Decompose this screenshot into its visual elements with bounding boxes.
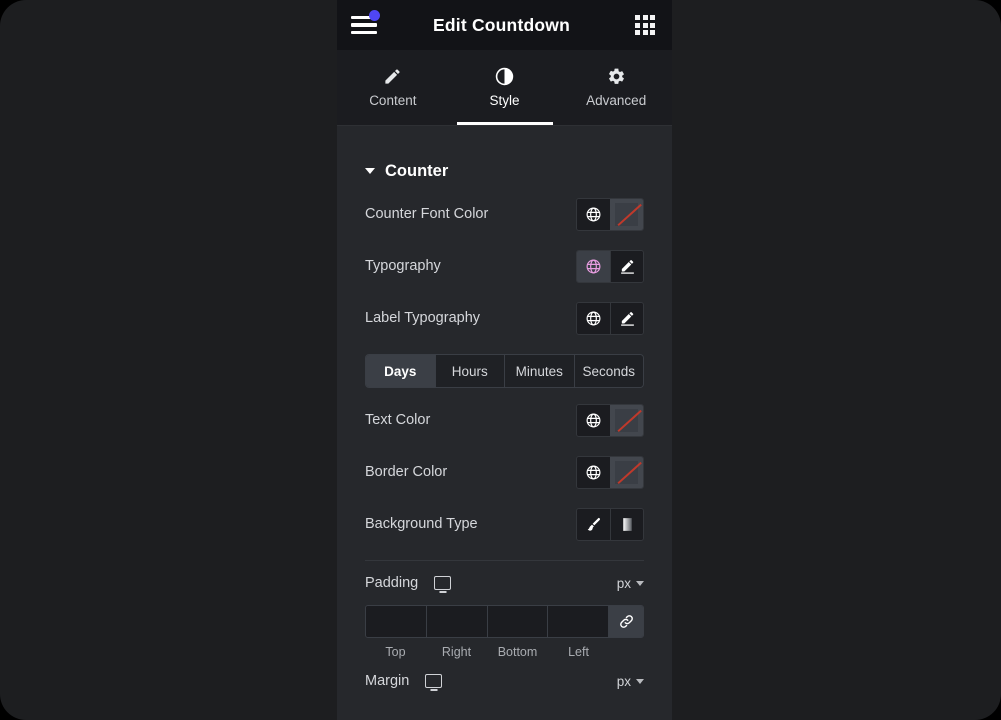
- typography-edit-button[interactable]: [610, 250, 643, 282]
- padding-link-values-button[interactable]: [608, 606, 643, 637]
- pencil-edit-icon: [620, 311, 634, 326]
- menu-button[interactable]: [337, 0, 391, 50]
- no-color-swatch[interactable]: [610, 198, 643, 230]
- sublabel-spacer: [609, 645, 644, 659]
- gear-icon: [607, 67, 626, 86]
- row-background-type: Background Type: [365, 498, 644, 550]
- brush-icon-button[interactable]: [577, 508, 610, 540]
- pencil-edit-icon: [620, 259, 634, 274]
- panel-topbar: Edit Countdown: [337, 0, 672, 50]
- no-color-swatch[interactable]: [610, 404, 643, 436]
- border-color-control: [576, 455, 644, 489]
- padding-left-input[interactable]: [547, 606, 608, 637]
- globe-icon-button[interactable]: [577, 250, 610, 282]
- row-typography: Typography: [365, 240, 644, 292]
- padding-right-input[interactable]: [425, 606, 487, 637]
- padding-unit-select[interactable]: px: [617, 576, 644, 591]
- padding-inputs: [365, 605, 644, 638]
- typography-control: [576, 249, 644, 283]
- globe-icon: [586, 207, 601, 221]
- globe-icon-button[interactable]: [577, 198, 610, 230]
- row-label-typography: Label Typography: [365, 292, 644, 344]
- time-unit-tab-days[interactable]: Days: [366, 355, 435, 387]
- chevron-down-icon: [636, 580, 644, 586]
- tab-advanced[interactable]: Advanced: [560, 50, 672, 125]
- row-label: Typography: [365, 258, 441, 274]
- page-title: Edit Countdown: [433, 14, 570, 35]
- chevron-down-icon: [636, 678, 644, 684]
- padding-bottom-input[interactable]: [486, 606, 548, 637]
- padding-label: Padding: [365, 575, 419, 591]
- globe-icon: [586, 413, 601, 427]
- link-chain-icon: [619, 615, 633, 628]
- padding-top-input[interactable]: [366, 606, 426, 637]
- padding-header: Padding px: [365, 561, 644, 605]
- app-root: Edit Countdown Content Style Advanced Co…: [0, 0, 1001, 720]
- pencil-icon: [383, 67, 402, 86]
- globe-icon-button[interactable]: [577, 404, 610, 436]
- margin-header: Margin px: [365, 659, 644, 703]
- grid-apps-icon: [635, 15, 655, 35]
- globe-icon-button[interactable]: [577, 456, 610, 488]
- counter-font-color-control: [576, 197, 644, 231]
- padding-right-label: Right: [441, 645, 472, 659]
- globe-icon: [586, 311, 601, 325]
- row-label: Background Type: [365, 516, 478, 532]
- padding-left-label: Left: [568, 645, 589, 659]
- padding-sublabels: Top Right Bottom Left: [365, 645, 644, 659]
- margin-unit-select[interactable]: px: [617, 674, 644, 689]
- time-unit-tab-minutes[interactable]: Minutes: [504, 355, 574, 387]
- tab-content[interactable]: Content: [337, 50, 449, 125]
- section-header-counter[interactable]: Counter: [337, 126, 672, 188]
- padding-top-label: Top: [385, 645, 406, 659]
- globe-icon: [586, 259, 601, 273]
- gradient-icon-button[interactable]: [610, 508, 643, 540]
- globe-icon-button[interactable]: [577, 302, 610, 334]
- row-counter-font-color: Counter Font Color: [365, 188, 644, 240]
- row-label: Border Color: [365, 464, 448, 480]
- row-label: Label Typography: [365, 310, 481, 326]
- margin-control: Margin px: [365, 659, 644, 703]
- background-type-control: [576, 507, 644, 541]
- row-label: Text Color: [365, 412, 431, 428]
- tab-content-label: Content: [369, 93, 417, 108]
- tab-style[interactable]: Style: [449, 50, 561, 125]
- caret-down-icon: [365, 168, 375, 174]
- tab-style-label: Style: [489, 93, 520, 108]
- padding-unit-value: px: [616, 575, 631, 591]
- apps-grid-button[interactable]: [618, 0, 672, 50]
- label-typography-edit-button[interactable]: [610, 302, 643, 334]
- margin-label: Margin: [365, 673, 410, 689]
- editor-panel: Edit Countdown Content Style Advanced Co…: [337, 0, 672, 720]
- section-title: Counter: [385, 161, 449, 180]
- label-typography-control: [576, 301, 644, 335]
- time-unit-tab-seconds[interactable]: Seconds: [573, 355, 643, 387]
- padding-control: Padding px Top Right Bottom Left: [365, 561, 644, 659]
- brush-icon: [587, 517, 601, 531]
- text-color-control: [576, 403, 644, 437]
- time-unit-tab-hours[interactable]: Hours: [434, 355, 504, 387]
- time-unit-tabs: Days Hours Minutes Seconds: [365, 354, 644, 388]
- tab-advanced-label: Advanced: [586, 93, 647, 108]
- margin-unit-value: px: [616, 673, 631, 689]
- no-color-swatch[interactable]: [610, 456, 643, 488]
- row-text-color: Text Color: [365, 394, 644, 446]
- gradient-icon: [622, 517, 632, 531]
- desktop-monitor-icon[interactable]: [434, 576, 452, 590]
- row-border-color: Border Color: [365, 446, 644, 498]
- contrast-icon: [495, 67, 514, 86]
- desktop-monitor-icon[interactable]: [425, 674, 443, 688]
- row-label: Counter Font Color: [365, 206, 489, 222]
- panel-tabs: Content Style Advanced: [337, 50, 672, 126]
- notification-dot-icon: [369, 10, 380, 21]
- padding-bottom-label: Bottom: [497, 645, 538, 659]
- globe-icon: [586, 465, 601, 479]
- panel-body: Counter Counter Font Color Typography La…: [337, 126, 672, 720]
